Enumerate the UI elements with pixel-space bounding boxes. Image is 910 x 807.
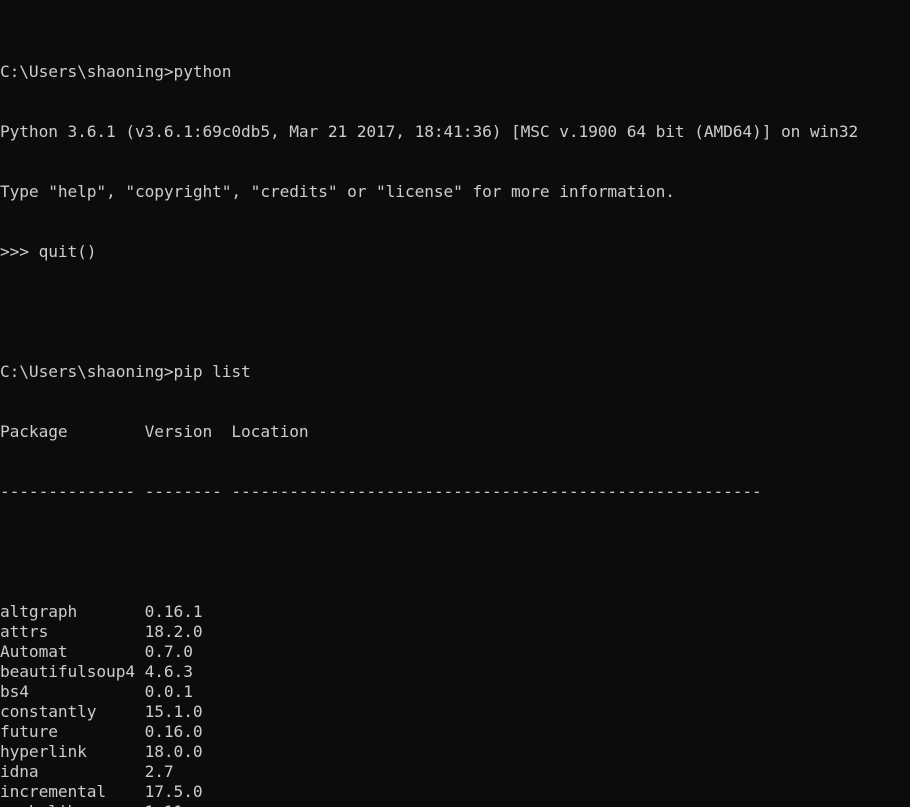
package-row: bs4 0.0.1 (0, 682, 193, 701)
package-row: attrs 18.2.0 (0, 622, 203, 641)
command-line-pip-list: C:\Users\shaoning>pip list (0, 362, 251, 381)
package-row: future 0.16.0 (0, 722, 203, 741)
python-banner-line-1: Python 3.6.1 (v3.6.1:69c0db5, Mar 21 201… (0, 122, 859, 141)
command-line-python: C:\Users\shaoning>python (0, 62, 232, 81)
package-row: constantly 15.1.0 (0, 702, 203, 721)
terminal-screen[interactable]: C:\Users\shaoning>python Python 3.6.1 (v… (0, 0, 910, 807)
package-row: idna 2.7 (0, 762, 174, 781)
package-row: hyperlink 18.0.0 (0, 742, 203, 761)
python-banner-line-2: Type "help", "copyright", "credits" or "… (0, 182, 675, 201)
table-separator-row: -------------- -------- ----------------… (0, 482, 762, 501)
package-row: macholib 1.11 (0, 802, 910, 807)
package-list: altgraph 0.16.1 attrs 18.2.0 Automat 0.7.0… (0, 602, 910, 807)
package-row: altgraph 0.16.1 (0, 602, 203, 621)
package-row: beautifulsoup4 4.6.3 (0, 662, 193, 681)
package-row: Automat 0.7.0 (0, 642, 193, 661)
python-repl-quit-line: >>> quit() (0, 242, 97, 261)
package-row: incremental 17.5.0 (0, 782, 203, 801)
table-header-row: Package Version Location (0, 422, 309, 441)
